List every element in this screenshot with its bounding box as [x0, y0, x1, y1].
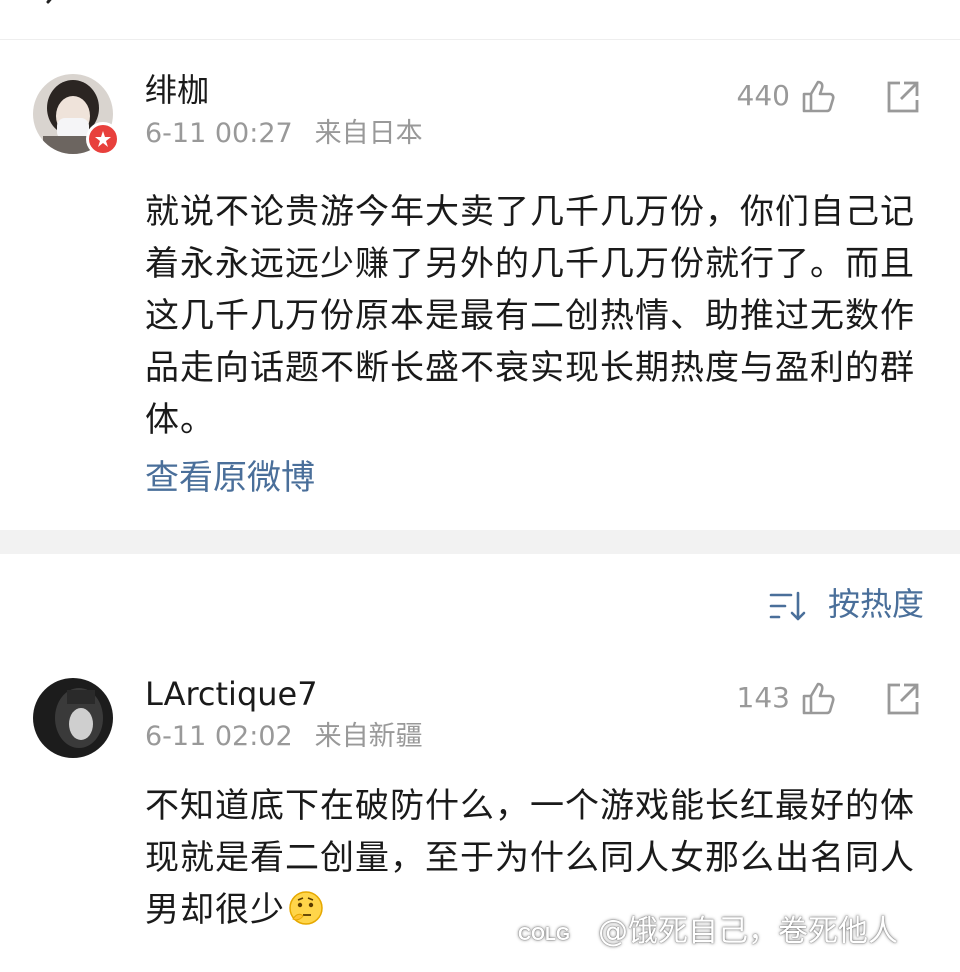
username[interactable]: LArctique7 — [145, 674, 318, 714]
comment-meta: 6-11 00:27 来自日本 — [145, 117, 423, 151]
comment-date: 6-11 02:02 — [145, 721, 293, 752]
colg-logo-icon: COLG — [498, 918, 590, 947]
share-icon[interactable] — [884, 680, 922, 718]
comment-source: 来自新疆 — [314, 721, 423, 752]
comment-meta: 6-11 02:02 来自新疆 — [145, 720, 423, 754]
comment-body: 就说不论贵游今年大卖了几千几万份，你们自己记着永永远远少赚了另外的几千几万份就行… — [145, 192, 915, 440]
section-divider — [0, 530, 960, 554]
share-icon[interactable] — [884, 78, 922, 116]
sort-icon[interactable] — [768, 586, 808, 626]
comment-date: 6-11 00:27 — [145, 118, 293, 149]
sort-bar: 按热度 — [0, 554, 960, 664]
like-count: 440 — [736, 79, 790, 112]
view-original-link[interactable]: 查看原微博 — [145, 456, 315, 500]
svg-text:COLG: COLG — [518, 924, 570, 944]
like-count: 143 — [736, 681, 790, 714]
back-arrow-icon[interactable] — [40, 0, 66, 12]
watermark-text: @饿死自己，卷死他人 — [598, 914, 898, 949]
watermark: COLG @饿死自己，卷死他人 — [498, 906, 898, 958]
verified-badge-icon — [86, 122, 120, 156]
like-icon[interactable] — [798, 678, 838, 718]
thinking-emoji — [289, 891, 323, 925]
sort-by-hot-button[interactable]: 按热度 — [828, 582, 924, 626]
avatar[interactable] — [33, 678, 113, 758]
comment-source: 来自日本 — [314, 118, 423, 149]
top-bar — [0, 0, 960, 40]
username[interactable]: 绯枷 — [145, 70, 209, 110]
like-icon[interactable] — [798, 76, 838, 116]
